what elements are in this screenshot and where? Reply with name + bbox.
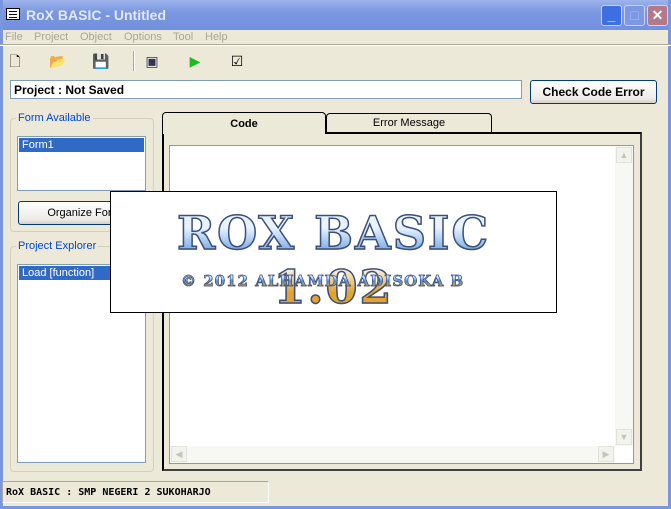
vertical-scrollbar[interactable]: ▲ ▼ <box>615 146 633 446</box>
new-file-icon[interactable]: 🗋 <box>6 52 24 70</box>
run-icon[interactable]: ▶ <box>186 52 204 70</box>
splash-copyright: © 2012 ALHAMDA ADISOKA B <box>181 272 465 291</box>
menu-separator <box>0 44 671 46</box>
form-list[interactable]: Form1 <box>17 136 146 191</box>
splash-title: ROX BASIC 1.02 <box>111 205 556 315</box>
horizontal-scrollbar[interactable]: ◀ ▶ <box>170 446 615 463</box>
status-bar: RoX BASIC : SMP NEGERI 2 SUKOHARJO <box>2 481 269 503</box>
scroll-right-icon[interactable]: ▶ <box>598 446 614 462</box>
tab-error-message[interactable]: Error Message <box>326 113 492 132</box>
menu-tool[interactable]: Tool <box>173 31 193 43</box>
scroll-left-icon[interactable]: ◀ <box>171 446 187 462</box>
tab-code[interactable]: Code <box>162 112 326 134</box>
menu-help[interactable]: Help <box>205 31 228 43</box>
compile-icon[interactable]: ▣ <box>143 52 161 70</box>
menu-options[interactable]: Options <box>124 31 162 43</box>
form-available-label: Form Available <box>16 112 93 124</box>
menu-file[interactable]: File <box>5 31 23 43</box>
menu-project[interactable]: Project <box>34 31 68 43</box>
open-folder-icon[interactable]: 📂 <box>49 52 67 70</box>
check-code-error-button[interactable]: Check Code Error <box>530 80 657 104</box>
splash-screen: ROX BASIC 1.02 © 2012 ALHAMDA ADISOKA B <box>110 191 557 315</box>
project-explorer-label: Project Explorer <box>16 240 99 252</box>
project-status-field[interactable]: Project : Not Saved <box>10 80 522 99</box>
scroll-down-icon[interactable]: ▼ <box>616 429 632 445</box>
save-icon[interactable]: 💾 <box>92 52 110 70</box>
menu-object[interactable]: Object <box>80 31 112 43</box>
check-icon[interactable]: ☑ <box>228 52 246 70</box>
toolbar-separator <box>133 51 135 71</box>
list-item[interactable]: Form1 <box>19 138 144 152</box>
scroll-up-icon[interactable]: ▲ <box>616 147 632 163</box>
